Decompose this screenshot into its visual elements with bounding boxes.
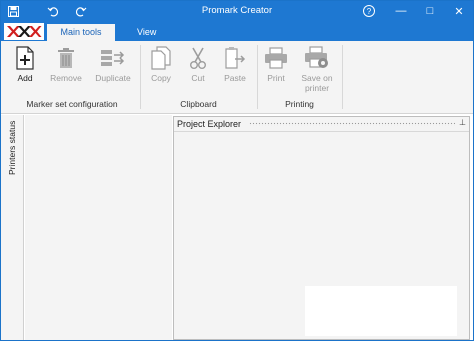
project-explorer-pane: Project Explorer ⊥ <box>173 116 470 340</box>
project-explorer-body[interactable] <box>174 131 469 339</box>
tab-view[interactable]: View <box>127 24 166 41</box>
pin-icon[interactable]: ⊥ <box>459 118 466 127</box>
save-on-printer-label-line2: printer <box>304 83 330 93</box>
copy-icon <box>147 45 175 71</box>
add-label: Add <box>17 73 33 83</box>
paste-button[interactable]: Paste <box>215 45 255 97</box>
ribbon-separator <box>342 45 343 109</box>
paste-icon <box>221 45 249 71</box>
copy-label: Copy <box>151 73 171 83</box>
remove-label: Remove <box>50 73 82 83</box>
print-button[interactable]: Print <box>256 45 296 97</box>
help-icon: ? <box>363 5 375 17</box>
ribbon-tab-row: Main tools View <box>1 22 473 41</box>
copy-button[interactable]: Copy <box>141 45 181 97</box>
add-button[interactable]: Add <box>5 45 45 97</box>
printer-gear-icon <box>303 45 331 71</box>
maximize-button[interactable]: □ <box>419 3 441 19</box>
cut-label: Cut <box>191 73 205 83</box>
help-button[interactable]: ? <box>358 3 380 19</box>
blank-area <box>305 286 457 336</box>
tab-main-tools[interactable]: Main tools <box>47 24 115 41</box>
remove-button[interactable]: Remove <box>46 45 86 97</box>
group-label-marker-set: Marker set configuration <box>26 99 118 109</box>
print-label: Print <box>267 73 285 83</box>
app-window: Promark Creator ? — □ ✕ Main tools View … <box>0 0 474 341</box>
close-button[interactable]: ✕ <box>448 3 470 19</box>
printers-status-tab[interactable]: Printers status <box>7 121 17 179</box>
title-bar: Promark Creator ? — □ ✕ <box>1 1 473 22</box>
cut-button[interactable]: Cut <box>178 45 218 97</box>
ribbon: Add Remove Duplicate Copy Cut Paste Prin… <box>1 41 473 114</box>
trash-icon <box>52 45 80 71</box>
undo-icon[interactable] <box>45 4 59 18</box>
paste-label: Paste <box>224 73 246 83</box>
project-explorer-title: Project Explorer <box>177 119 242 129</box>
save-on-printer-label-line1: Save on <box>301 73 333 83</box>
drag-grip[interactable] <box>249 122 455 126</box>
duplicate-label: Duplicate <box>95 73 131 83</box>
app-logo <box>4 23 44 40</box>
save-icon[interactable] <box>6 4 20 18</box>
group-label-clipboard: Clipboard <box>180 99 217 109</box>
project-explorer-header: Project Explorer ⊥ <box>174 117 469 131</box>
printer-icon <box>262 45 290 71</box>
add-file-icon <box>11 45 39 71</box>
printers-status-panel: Printers status <box>1 115 24 340</box>
redo-icon[interactable] <box>74 4 88 18</box>
workspace-area <box>25 115 172 340</box>
save-on-printer-button[interactable]: Save on printer <box>295 45 339 97</box>
scissors-icon <box>184 45 212 71</box>
minimize-button[interactable]: — <box>390 3 412 19</box>
group-label-printing: Printing <box>285 99 314 109</box>
duplicate-icon <box>99 45 127 71</box>
duplicate-button[interactable]: Duplicate <box>91 45 135 97</box>
